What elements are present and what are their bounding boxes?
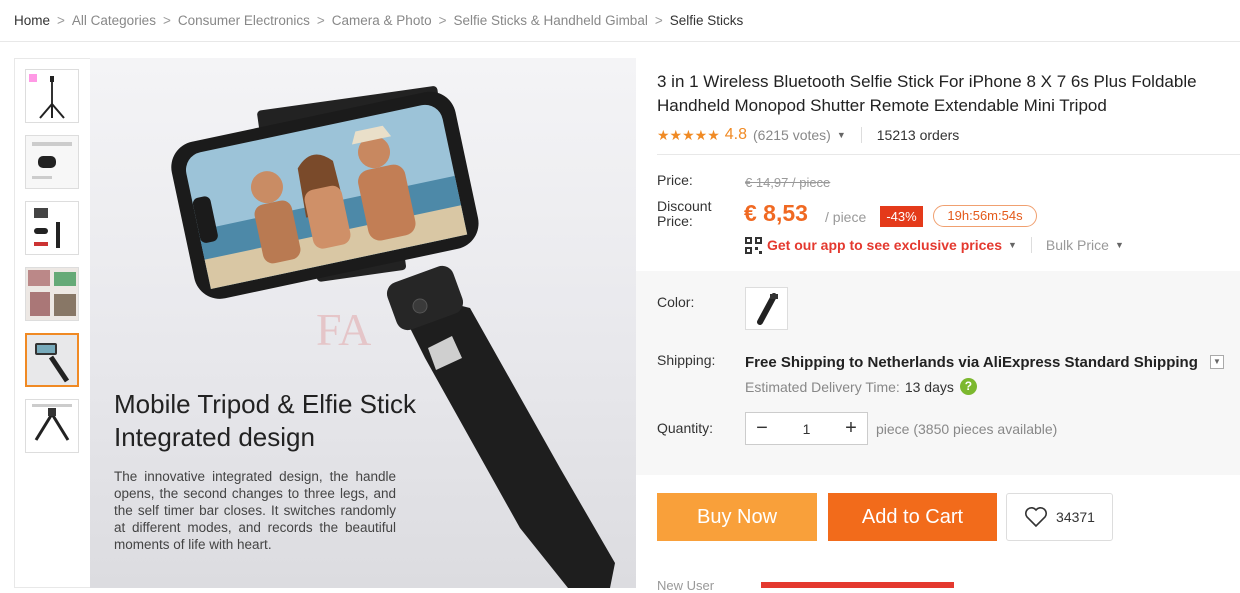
- orders-count: 15213 orders: [876, 127, 960, 143]
- heart-icon: [1025, 507, 1048, 528]
- image-headline: Mobile Tripod & Elfie Stick Integrated d…: [114, 388, 416, 454]
- chevron-down-icon[interactable]: ▼: [1115, 240, 1124, 250]
- divider: [657, 154, 1240, 155]
- quantity-label: Quantity:: [657, 420, 714, 436]
- app-price-row: Get our app to see exclusive prices ▼ Bu…: [745, 235, 1124, 255]
- watermark: FA: [316, 304, 372, 355]
- breadcrumb-consumer-electronics[interactable]: Consumer Electronics: [178, 13, 310, 28]
- app-exclusive-price-link[interactable]: Get our app to see exclusive prices: [767, 237, 1002, 253]
- price-unit: / piece: [825, 209, 867, 225]
- product-info-panel: 3 in 1 Wireless Bluetooth Selfie Stick F…: [636, 58, 1240, 593]
- price-label: Price:: [657, 172, 693, 188]
- discount-price: € 8,53: [744, 200, 808, 226]
- main-product-image: FA Mobile Tripod & Elfie Stick Integrate…: [90, 58, 636, 588]
- breadcrumb-separator: >: [57, 13, 65, 28]
- chevron-down-icon[interactable]: ▼: [837, 130, 846, 140]
- thumbnail-3[interactable]: [25, 201, 79, 255]
- thumbnail-5-selected[interactable]: [25, 333, 79, 387]
- countdown-timer: 19h:56m:54s: [933, 205, 1037, 227]
- divider: [860, 127, 862, 143]
- breadcrumb-current: Selfie Sticks: [669, 13, 744, 28]
- wishlist-button[interactable]: 34371: [1006, 493, 1113, 541]
- breadcrumb-home[interactable]: Home: [14, 13, 50, 28]
- new-user-coupon-strip[interactable]: [761, 582, 954, 588]
- help-icon[interactable]: ?: [959, 378, 977, 395]
- discount-price-label-line-2: Price:: [657, 213, 693, 229]
- wishlist-count: 34371: [1056, 509, 1095, 525]
- quantity-input[interactable]: 1: [778, 421, 835, 437]
- color-option-black[interactable]: [745, 287, 788, 330]
- qr-code-icon: [745, 236, 762, 254]
- breadcrumb-all-categories[interactable]: All Categories: [72, 13, 156, 28]
- rating-row: ★★★★★ 4.8 (6215 votes) ▼ 15213 orders: [657, 125, 959, 145]
- thumbnail-4[interactable]: [25, 267, 79, 321]
- quantity-available: piece (3850 pieces available): [876, 421, 1058, 437]
- breadcrumb-separator: >: [316, 13, 325, 28]
- breadcrumb-camera-photo[interactable]: Camera & Photo: [332, 13, 432, 28]
- options-panel: [636, 271, 1240, 475]
- divider: [1030, 237, 1032, 253]
- breadcrumb-separator: >: [654, 13, 663, 28]
- quantity-decrease-button[interactable]: −: [746, 413, 778, 444]
- breadcrumb: Home > All Categories > Consumer Electro…: [0, 0, 1240, 42]
- votes-count[interactable]: (6215 votes): [753, 127, 831, 143]
- discount-price-label: Discount Price:: [657, 199, 711, 229]
- estimated-delivery: Estimated Delivery Time: 13 days ?: [745, 378, 977, 395]
- thumbnail-2[interactable]: [25, 135, 79, 189]
- product-title: 3 in 1 Wireless Bluetooth Selfie Stick F…: [657, 72, 1197, 115]
- breadcrumb-separator: >: [162, 13, 171, 28]
- discount-price-label-line-1: Discount: [657, 198, 712, 214]
- shipping-method: Free Shipping to Netherlands via AliExpr…: [745, 354, 1198, 371]
- image-description: The innovative integrated design, the ha…: [114, 469, 396, 552]
- quantity-stepper: − 1 +: [745, 412, 868, 445]
- quantity-increase-button[interactable]: +: [835, 413, 867, 444]
- chevron-down-icon[interactable]: ▼: [1008, 240, 1017, 250]
- star-rating-icon: ★★★★★: [657, 126, 720, 143]
- image-headline-line-2: Integrated design: [114, 422, 315, 452]
- estimated-delivery-days: 13 days: [904, 378, 954, 395]
- shipping-label: Shipping:: [657, 352, 716, 368]
- buy-now-button[interactable]: Buy Now: [657, 493, 817, 541]
- estimated-delivery-label: Estimated Delivery Time:: [745, 378, 900, 395]
- thumbnail-1[interactable]: [25, 69, 79, 123]
- original-price: € 14,97 / piece: [745, 175, 831, 190]
- breadcrumb-separator: >: [438, 13, 447, 28]
- breadcrumb-selfie-gimbal[interactable]: Selfie Sticks & Handheld Gimbal: [453, 13, 647, 28]
- bulk-price-link[interactable]: Bulk Price: [1046, 237, 1109, 253]
- discount-badge: -43%: [880, 206, 923, 227]
- shipping-dropdown-icon[interactable]: ▼: [1210, 355, 1224, 369]
- color-label: Color:: [657, 294, 695, 310]
- add-to-cart-button[interactable]: Add to Cart: [828, 493, 997, 541]
- thumbnail-gallery: [14, 58, 90, 588]
- new-user-label: New User: [657, 578, 715, 593]
- rating-value: 4.8: [724, 126, 748, 143]
- thumbnail-6[interactable]: [25, 399, 79, 453]
- image-headline-line-1: Mobile Tripod & Elfie Stick: [114, 389, 417, 419]
